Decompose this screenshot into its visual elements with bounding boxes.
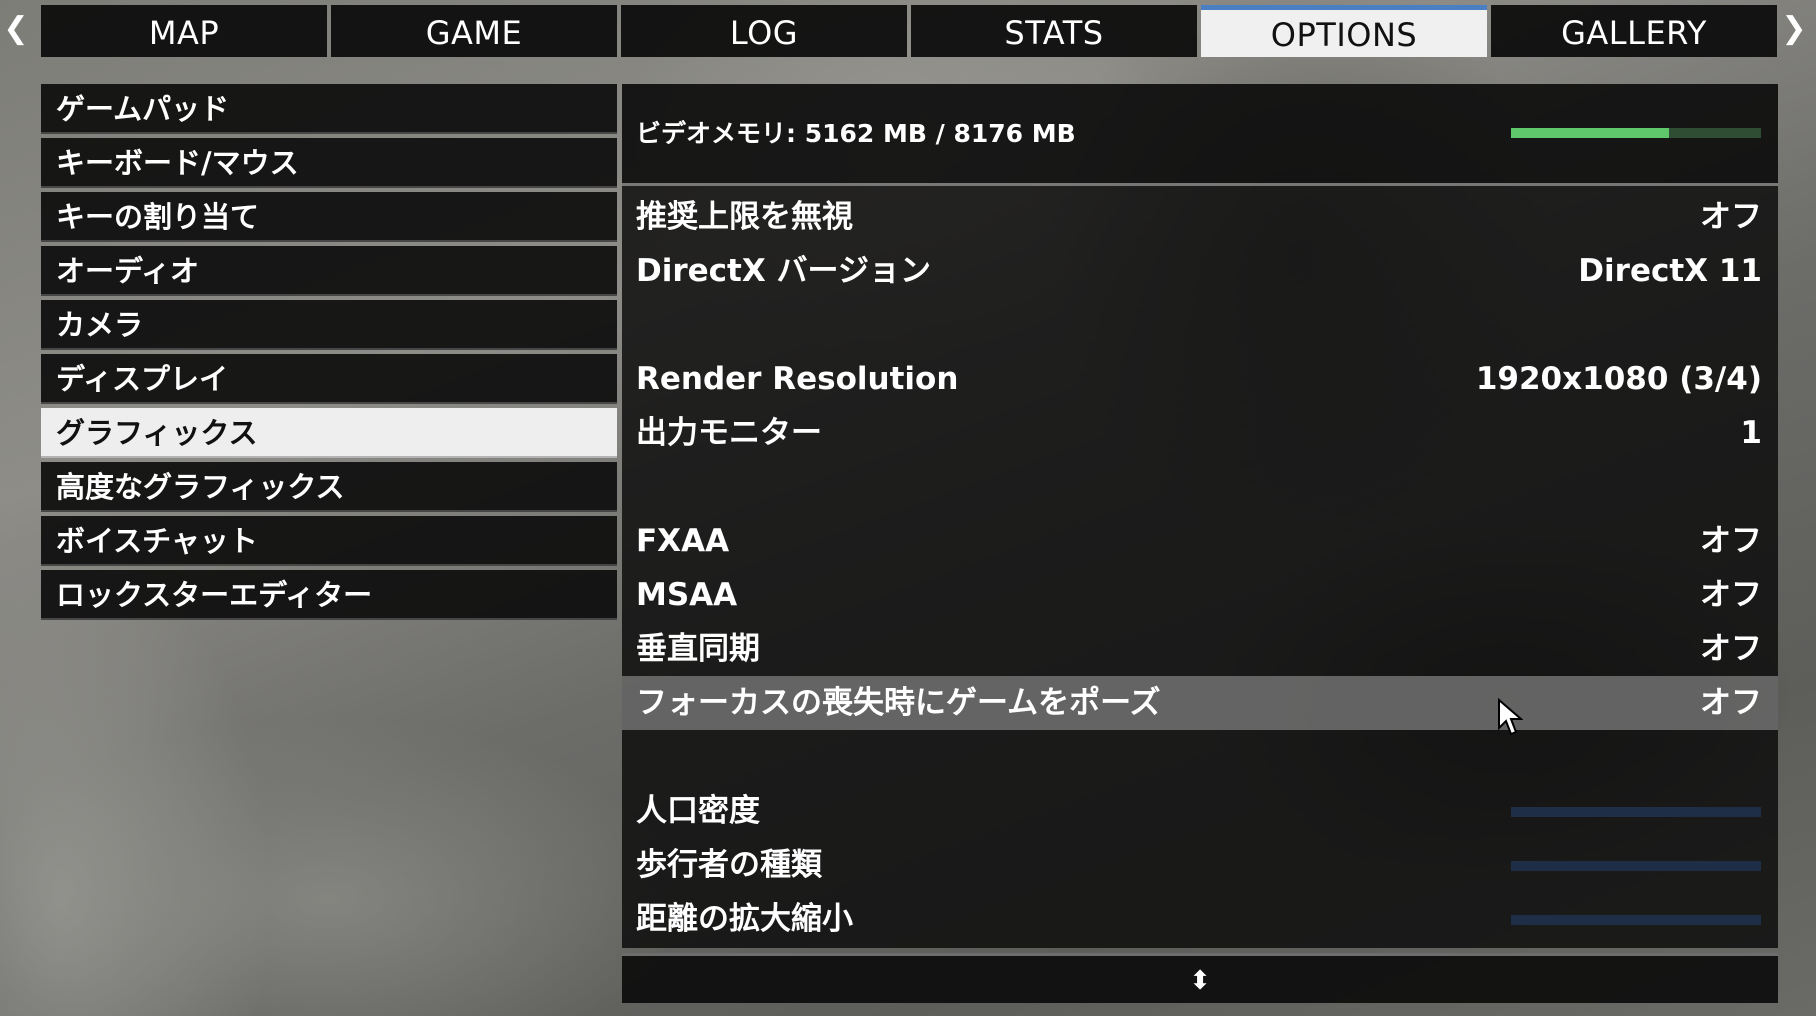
tab-map[interactable]: MAP [41, 5, 327, 57]
setting-value: DirectX 11 [1578, 253, 1762, 289]
menu-item-rockstar-editor[interactable]: ロックスターエディター [41, 570, 617, 620]
setting-value: オフ [1700, 631, 1762, 667]
setting-spacer [622, 730, 1778, 784]
menu-item-audio[interactable]: オーディオ [41, 246, 617, 296]
setting-row-population-variety[interactable]: 歩行者の種類 [622, 838, 1778, 892]
menu-item-keyboard-mouse[interactable]: キーボード/マウス [41, 138, 617, 188]
tab-options[interactable]: OPTIONS [1201, 5, 1487, 57]
setting-label: 人口密度 [636, 793, 760, 829]
video-memory-bar [1511, 128, 1761, 138]
tab-gallery[interactable]: GALLERY [1491, 5, 1777, 57]
setting-label: Render Resolution [636, 361, 959, 397]
setting-row-vsync[interactable]: 垂直同期 オフ [622, 622, 1778, 676]
setting-value: オフ [1700, 685, 1762, 721]
setting-row-population-density[interactable]: 人口密度 [622, 784, 1778, 838]
setting-label: 推奨上限を無視 [636, 199, 853, 235]
setting-label: 垂直同期 [636, 631, 760, 667]
setting-value: 1 [1740, 415, 1762, 451]
distance-scaling-slider[interactable] [1511, 915, 1761, 925]
setting-row-fxaa[interactable]: FXAA オフ [622, 514, 1778, 568]
population-density-slider[interactable] [1511, 807, 1761, 817]
tab-log[interactable]: LOG [621, 5, 907, 57]
top-tabs: MAP GAME LOG STATS OPTIONS GALLERY [41, 5, 1777, 57]
setting-row-distance-scaling[interactable]: 距離の拡大縮小 [622, 892, 1778, 946]
mouse-cursor-icon [1498, 698, 1523, 736]
video-memory-section: ビデオメモリ: 5162 MB / 8176 MB [622, 84, 1778, 186]
menu-item-display[interactable]: ディスプレイ [41, 354, 617, 404]
setting-row-output-monitor[interactable]: 出力モニター 1 [622, 406, 1778, 460]
menu-item-camera[interactable]: カメラ [41, 300, 617, 350]
chevron-right-icon[interactable]: ❯ [1778, 0, 1810, 58]
setting-row-render-resolution[interactable]: Render Resolution 1920x1080 (3/4) [622, 352, 1778, 406]
video-memory-bar-fill [1511, 128, 1669, 138]
settings-category-menu: ゲームパッド キーボード/マウス キーの割り当て オーディオ カメラ ディスプレ… [41, 84, 617, 624]
menu-item-graphics[interactable]: グラフィックス [41, 408, 617, 458]
menu-item-key-bindings[interactable]: キーの割り当て [41, 192, 617, 242]
scroll-footer[interactable]: ⬍ [622, 953, 1778, 1003]
setting-value: 1920x1080 (3/4) [1475, 361, 1762, 397]
setting-row-directx-version[interactable]: DirectX バージョン DirectX 11 [622, 244, 1778, 298]
setting-row-msaa[interactable]: MSAA オフ [622, 568, 1778, 622]
tab-game[interactable]: GAME [331, 5, 617, 57]
setting-row-ignore-limits[interactable]: 推奨上限を無視 オフ [622, 190, 1778, 244]
menu-item-voice-chat[interactable]: ボイスチャット [41, 516, 617, 566]
setting-label: 歩行者の種類 [636, 847, 822, 883]
setting-label: フォーカスの喪失時にゲームをポーズ [636, 685, 1161, 721]
setting-label: FXAA [636, 523, 730, 559]
tab-stats[interactable]: STATS [911, 5, 1197, 57]
settings-panel: ビデオメモリ: 5162 MB / 8176 MB 推奨上限を無視 オフ Dir… [622, 84, 1778, 1003]
setting-label: 出力モニター [636, 415, 822, 451]
population-variety-slider[interactable] [1511, 861, 1761, 871]
setting-label: DirectX バージョン [636, 253, 931, 289]
setting-spacer [622, 460, 1778, 514]
setting-spacer [622, 298, 1778, 352]
setting-value: オフ [1700, 523, 1762, 559]
menu-item-gamepad[interactable]: ゲームパッド [41, 84, 617, 134]
setting-label: MSAA [636, 577, 738, 613]
setting-value: オフ [1700, 577, 1762, 613]
setting-value: オフ [1700, 199, 1762, 235]
chevron-left-icon[interactable]: ❮ [0, 0, 32, 58]
video-memory-label: ビデオメモリ: 5162 MB / 8176 MB [636, 119, 1076, 148]
settings-list: 推奨上限を無視 オフ DirectX バージョン DirectX 11 Rend… [622, 186, 1778, 948]
setting-label: 距離の拡大縮小 [636, 901, 853, 937]
setting-row-pause-on-focus-loss[interactable]: フォーカスの喪失時にゲームをポーズ オフ [622, 676, 1778, 730]
up-down-arrows-icon[interactable]: ⬍ [1189, 966, 1211, 996]
menu-item-advanced-graphics[interactable]: 高度なグラフィックス [41, 462, 617, 512]
